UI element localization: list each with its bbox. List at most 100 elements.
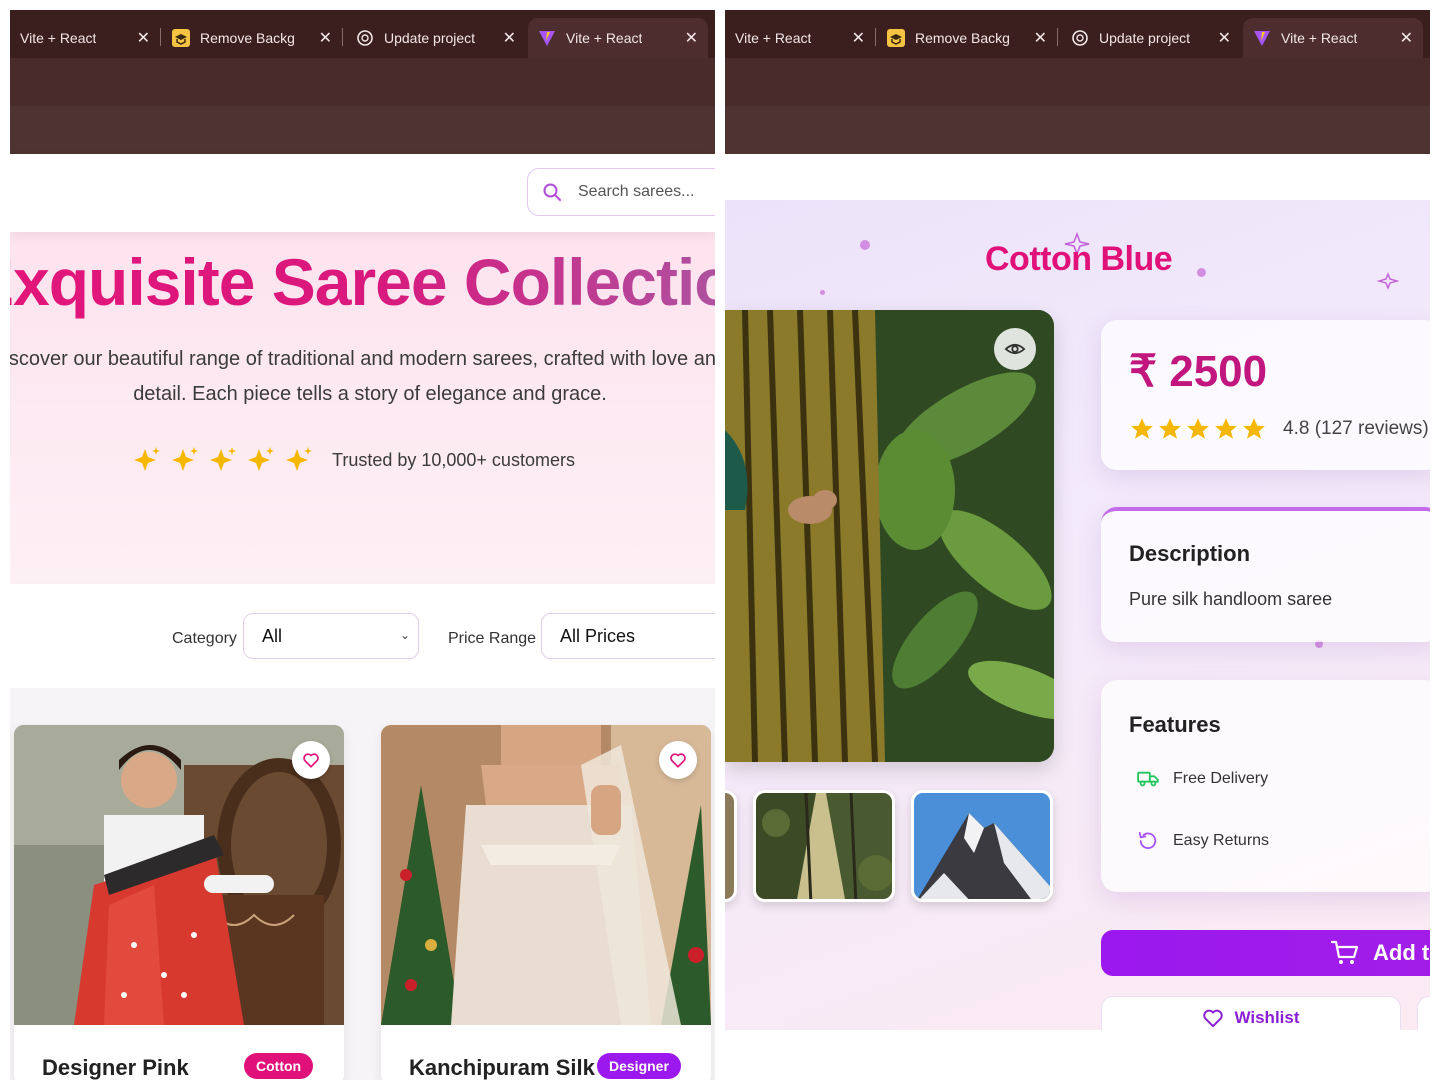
category-value: All: [262, 625, 283, 646]
favorite-button[interactable]: [659, 741, 697, 779]
tab-bar: Vite + React ✕ Remove Backg ✕ Update pro…: [10, 10, 715, 58]
rating-row: 4.8 (127 reviews): [1129, 416, 1429, 442]
thumbnail[interactable]: [725, 790, 737, 902]
main-product-photo[interactable]: [725, 310, 1054, 762]
search-box[interactable]: [527, 168, 715, 216]
tab-remove-background[interactable]: Remove Backg ✕: [162, 18, 342, 58]
favorite-button[interactable]: [292, 741, 330, 779]
tab-label: Vite + React: [20, 30, 97, 46]
tab-separator: [1057, 28, 1058, 46]
product-name: Designer Pink: [42, 1055, 189, 1080]
features-heading: Features: [1129, 712, 1221, 737]
product-image: [725, 310, 1054, 762]
close-icon[interactable]: ✕: [1034, 28, 1047, 48]
tab-update-project[interactable]: Update project ✕: [346, 18, 526, 58]
left-browser-window: Vite + React ✕ Remove Backg ✕ Update pro…: [10, 10, 715, 1080]
tab-label: Remove Backg: [915, 30, 1010, 46]
hero-title: Exquisite Saree Collection: [10, 244, 715, 320]
decor-dot: [860, 240, 870, 250]
vite-favicon: [539, 31, 555, 46]
tab-separator: [875, 28, 876, 46]
rotate-ccw-icon: [1138, 831, 1157, 850]
star-icon: [1187, 418, 1209, 439]
hero-subtitle-line: Discover our beautiful range of traditio…: [10, 348, 715, 370]
tab-vite-react-active[interactable]: Vite + React ✕: [528, 18, 708, 58]
address-toolbar: [10, 58, 715, 106]
add-to-cart-label: Add to Cart: [1373, 940, 1430, 965]
page-top: [725, 154, 1430, 200]
category-label: Category: [172, 630, 237, 647]
decor-dot: [820, 290, 825, 295]
star-icon: [1243, 418, 1265, 439]
product-card[interactable]: Kanchipuram Silk Designer: [381, 725, 711, 1080]
chevron-down-icon: ⌄: [399, 628, 410, 642]
product-grid: Designer Pink Cotton Kanchipuram Silk De…: [10, 688, 715, 1080]
sparkle-icon: [210, 447, 236, 471]
price-range-value: All Prices: [560, 625, 636, 646]
filter-bar: Category All ⌄ Price Range All Prices: [10, 584, 715, 688]
close-icon[interactable]: ✕: [503, 28, 516, 48]
sparkle-icon: [248, 447, 274, 471]
tab-label: Vite + React: [735, 30, 812, 46]
product-badge: Designer: [597, 1053, 681, 1079]
bookmarks-bar: [725, 106, 1430, 154]
feature-label: Easy Returns: [1173, 832, 1270, 849]
feature-easy-returns: Easy Returns: [1137, 830, 1269, 852]
product-card[interactable]: Designer Pink Cotton: [14, 725, 344, 1080]
feature-label: Free Delivery: [1173, 770, 1269, 787]
tab-label: Update project: [384, 30, 476, 46]
tab-label: Update project: [1099, 30, 1191, 46]
openai-favicon: [1072, 30, 1088, 46]
thumbnail[interactable]: [911, 790, 1053, 902]
product-detail-panel: Cotton Blue ₹ 2500 4.8 (127 reviews) Des…: [725, 200, 1430, 1040]
rating-text: 4.8 (127 reviews): [1283, 418, 1429, 439]
close-icon[interactable]: ✕: [852, 28, 865, 48]
sparkle-icon: [1376, 272, 1400, 290]
add-to-cart-button[interactable]: Add to Cart: [1101, 930, 1430, 976]
search-icon: [543, 183, 561, 201]
tab-vite-react[interactable]: Vite + React ✕: [10, 18, 160, 58]
truck-icon: [1137, 771, 1159, 787]
tab-label: Remove Backg: [200, 30, 295, 46]
wishlist-label: Wishlist: [1234, 1008, 1300, 1027]
hero-subtitle: Discover our beautiful range of traditio…: [10, 342, 715, 412]
heart-icon: [670, 753, 686, 768]
address-toolbar: [725, 58, 1430, 106]
thumbnail-image: [756, 793, 892, 899]
close-icon[interactable]: ✕: [1218, 28, 1231, 48]
tab-separator: [342, 28, 343, 46]
close-icon[interactable]: ✕: [685, 28, 698, 48]
star-icon: [1159, 418, 1181, 439]
price-range-select[interactable]: All Prices: [541, 613, 715, 659]
search-input[interactable]: [578, 183, 715, 201]
description-heading: Description: [1129, 541, 1251, 566]
vite-favicon: [1254, 31, 1270, 46]
view-button[interactable]: [994, 328, 1036, 370]
tab-update-project[interactable]: Update project ✕: [1061, 18, 1241, 58]
tab-label: Vite + React: [566, 30, 643, 46]
heart-icon: [1203, 1009, 1224, 1028]
bookmarks-bar: [10, 106, 715, 154]
tab-remove-background[interactable]: Remove Backg ✕: [877, 18, 1057, 58]
price-range-label: Price Range: [448, 630, 537, 647]
category-select[interactable]: All ⌄: [243, 613, 419, 659]
tab-label: Vite + React: [1281, 30, 1358, 46]
thumbnail[interactable]: [753, 790, 895, 902]
sparkle-icon: [134, 447, 160, 471]
close-icon[interactable]: ✕: [319, 28, 332, 48]
close-icon[interactable]: ✕: [1400, 28, 1413, 48]
hero-subtitle-line: detail. Each piece tells a story of eleg…: [133, 383, 607, 405]
right-browser-window: Vite + React ✕ Remove Backg ✕ Update pro…: [725, 10, 1430, 1080]
star-icon: [1131, 418, 1153, 439]
tab-vite-react-active[interactable]: Vite + React ✕: [1243, 18, 1423, 58]
feature-free-delivery: Free Delivery: [1137, 770, 1268, 788]
heart-icon: [303, 753, 319, 768]
shopping-cart-icon: [1331, 940, 1359, 964]
tab-vite-react[interactable]: Vite + React ✕: [725, 18, 875, 58]
thumbnail-image: [914, 793, 1050, 899]
close-icon[interactable]: ✕: [137, 28, 150, 48]
sparkle-stars: [132, 445, 314, 475]
trust-row: Trusted by 10,000+ customers: [132, 445, 575, 475]
openai-favicon: [357, 30, 373, 46]
site-header: [10, 154, 715, 232]
